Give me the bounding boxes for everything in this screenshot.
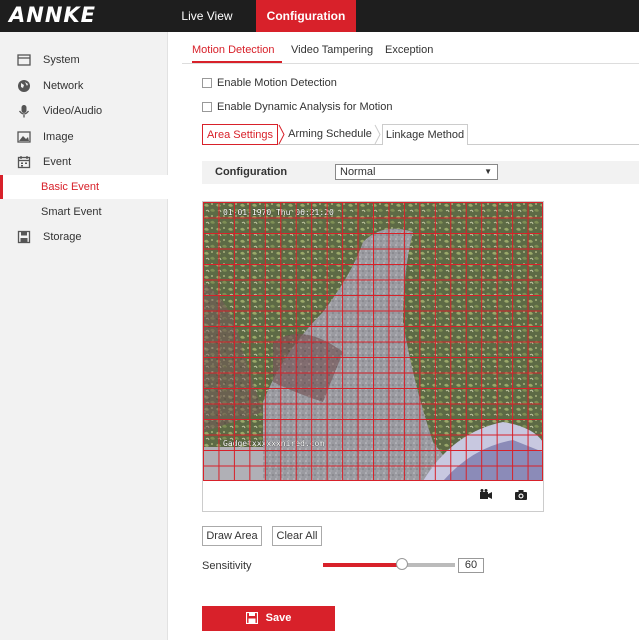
subtab-linkage-method[interactable]: Linkage Method <box>382 124 468 145</box>
active-indicator <box>0 175 3 199</box>
camera-snapshot-icon[interactable] <box>514 489 528 501</box>
sidebar-item-label: System <box>43 54 80 66</box>
sensitivity-slider[interactable] <box>323 558 455 570</box>
sensitivity-label: Sensitivity <box>202 560 252 572</box>
sidebar-item-label: Event <box>43 156 72 168</box>
configuration-label: Configuration <box>215 166 288 178</box>
brand-logo: ANNKE <box>9 3 97 27</box>
tab-motion-detection[interactable]: Motion Detection <box>192 38 282 63</box>
dropdown-arrow-icon: ▼ <box>484 167 492 176</box>
calendar-icon <box>17 156 31 169</box>
monitor-icon <box>17 54 31 66</box>
sidebar-item-label: Storage <box>43 231 82 243</box>
top-bar: ANNKE Live View Configuration <box>0 0 639 32</box>
subtab-area-settings[interactable]: Area Settings <box>202 124 278 145</box>
configuration-row: Configuration Normal ▼ <box>202 161 639 184</box>
event-tabs: Motion Detection Video Tampering Excepti… <box>182 38 639 64</box>
video-toolbar <box>203 481 543 511</box>
settings-subtabs: Area Settings Arming Schedule Linkage Me… <box>202 124 639 145</box>
nav-live-view[interactable]: Live View <box>170 0 244 32</box>
nav-configuration[interactable]: Configuration <box>256 0 356 32</box>
enable-motion-label: Enable Motion Detection <box>217 77 337 89</box>
sidebar-item-smart-event[interactable]: Smart Event <box>0 200 168 224</box>
sidebar-item-basic-event[interactable]: Basic Event <box>0 175 168 199</box>
microphone-icon <box>18 105 30 118</box>
sensitivity-slider-fill <box>323 563 403 567</box>
save-button-label: Save <box>265 612 292 624</box>
sidebar-item-system[interactable]: System <box>0 48 168 72</box>
sidebar-item-label: Smart Event <box>41 206 102 218</box>
configuration-select[interactable]: Normal ▼ <box>335 164 498 180</box>
record-video-icon[interactable] <box>479 489 493 501</box>
tab-video-tampering[interactable]: Video Tampering <box>291 38 375 63</box>
sidebar-item-storage[interactable]: Storage <box>0 225 168 249</box>
sidebar-item-image[interactable]: Image <box>0 125 168 149</box>
subtab-arming-schedule[interactable]: Arming Schedule <box>286 124 374 145</box>
enable-dynamic-checkbox[interactable] <box>202 102 212 112</box>
image-icon <box>17 131 31 143</box>
sidebar-item-network[interactable]: Network <box>0 74 168 98</box>
configuration-selected-value: Normal <box>340 166 376 178</box>
motion-detection-grid[interactable] <box>203 202 543 481</box>
globe-icon <box>18 80 30 92</box>
sidebar-item-event[interactable]: Event <box>0 150 168 174</box>
sidebar-item-video-audio[interactable]: Video/Audio <box>0 99 168 123</box>
clear-all-button[interactable]: Clear All <box>272 526 322 546</box>
sidebar-item-label: Video/Audio <box>43 105 103 117</box>
sidebar: System Network Video/Audio Image Event B… <box>0 32 168 640</box>
enable-dynamic-row[interactable]: Enable Dynamic Analysis for Motion <box>202 99 442 115</box>
sidebar-item-label: Image <box>43 131 74 143</box>
enable-motion-checkbox[interactable] <box>202 78 212 88</box>
sensitivity-slider-handle[interactable] <box>396 558 409 570</box>
tab-exception[interactable]: Exception <box>385 38 435 63</box>
chevron-right-icon <box>374 124 381 145</box>
save-icon <box>17 230 31 244</box>
camera-image[interactable]: 01-01-1970 Thu 06:21:20 Gadgetxxxxxxnire… <box>203 202 543 481</box>
save-button[interactable]: Save <box>202 606 335 631</box>
enable-motion-row[interactable]: Enable Motion Detection <box>202 75 402 91</box>
sidebar-item-label: Basic Event <box>41 181 100 193</box>
sensitivity-value-field[interactable]: 60 <box>458 558 484 573</box>
enable-dynamic-label: Enable Dynamic Analysis for Motion <box>217 101 393 113</box>
draw-area-button[interactable]: Draw Area <box>202 526 262 546</box>
floppy-disk-icon <box>245 612 258 625</box>
chevron-right-icon <box>278 124 285 145</box>
sidebar-item-label: Network <box>43 80 84 92</box>
video-preview[interactable]: 01-01-1970 Thu 06:21:20 Gadgetxxxxxxnire… <box>202 201 544 512</box>
